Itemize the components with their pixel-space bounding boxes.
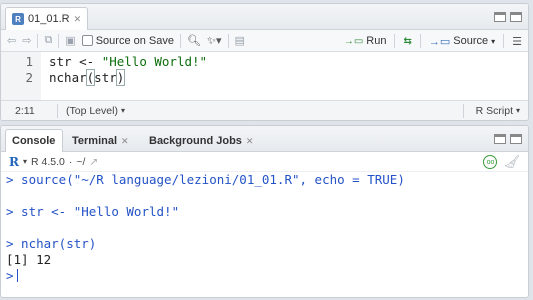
cursor-position: 2:11 — [15, 104, 35, 117]
console-pane-controls — [494, 134, 522, 144]
source-button[interactable]: →▭ Source ▾ — [429, 35, 495, 48]
forward-arrow-icon[interactable]: ⇨ — [22, 34, 31, 47]
separator-dot: · — [68, 155, 73, 168]
r-file-icon: R — [12, 13, 24, 25]
source-editor-pane: R 01_01.R ✕ ⇦ ⇨ ⧉ ▣ Source on Save 🔍︎ ✨︎… — [0, 3, 529, 121]
text-cursor — [16, 269, 18, 282]
toolbar-divider — [179, 33, 181, 48]
save-icon[interactable]: ▣ — [65, 34, 75, 47]
editor-tab-bar: R 01_01.R ✕ — [1, 4, 528, 30]
go-to-directory-icon[interactable]: ↗ — [89, 156, 98, 168]
chevron-down-icon[interactable]: ▾ — [23, 157, 27, 166]
close-icon[interactable]: ✕ — [246, 136, 254, 147]
rerun-button[interactable]: ⇆ — [403, 36, 411, 47]
clear-console-icon[interactable]: 🧹︎ — [503, 154, 520, 170]
minimize-pane-icon[interactable] — [494, 134, 506, 144]
source-on-save-toggle[interactable]: Source on Save — [81, 34, 174, 47]
source-arrow-icon: →▭ — [428, 35, 451, 48]
console-toolbar: R ▾ R 4.5.0 · ~/ ↗ oo 🧹︎ — [1, 152, 528, 172]
interrupt-icon[interactable]: oo — [483, 155, 498, 169]
toolbar-divider — [394, 34, 396, 48]
rerun-icon: ⇆ — [403, 35, 412, 47]
chevron-down-icon: ▾ — [120, 106, 125, 115]
line-number: 1 — [25, 54, 33, 69]
tab-background-jobs[interactable]: Background Jobs ✕ — [142, 129, 260, 152]
r-version: R 4.5.0 — [31, 155, 65, 168]
code-tools-wand-icon[interactable]: ✨︎▾ — [207, 34, 222, 48]
code-line: nchar(str) — [49, 69, 126, 86]
console-line: > nchar(str) — [6, 236, 97, 251]
editor-toolbar: ⇦ ⇨ ⧉ ▣ Source on Save 🔍︎ ✨︎▾ ▤ →▭ Run ⇆… — [1, 30, 528, 52]
show-in-window-icon[interactable]: ⧉ — [44, 34, 52, 47]
maximize-pane-icon[interactable] — [510, 134, 522, 144]
search-icon[interactable]: 🔍︎ — [187, 34, 201, 47]
code-line: str <- "Hello World!" — [49, 54, 207, 69]
editor-run-tools: →▭ Run ⇆ →▭ Source ▾ ☰ — [344, 30, 522, 52]
console-prompt-line[interactable]: > — [6, 268, 528, 284]
editor-file-tab-label: 01_01.R — [28, 13, 70, 25]
file-type-label: R Script — [475, 104, 513, 117]
compile-report-icon[interactable]: ▤ — [235, 34, 245, 47]
chevron-down-icon: ▾ — [491, 36, 496, 46]
console-tab-bar: Console Terminal ✕ Background Jobs ✕ — [1, 126, 528, 152]
tab-background-jobs-label: Background Jobs — [149, 135, 242, 147]
scope-selector[interactable]: (Top Level) ▾ — [58, 105, 133, 117]
code-text: nchar — [49, 70, 87, 85]
toolbar-divider — [503, 34, 505, 48]
editor-status-bar: 2:11 (Top Level) ▾ R Script ▾ — [1, 100, 528, 120]
close-icon[interactable]: ✕ — [74, 14, 82, 25]
toolbar-divider — [227, 33, 229, 48]
code-text: str <- — [49, 54, 102, 69]
line-number: 2 — [25, 70, 33, 85]
source-on-save-checkbox[interactable] — [81, 35, 93, 46]
toolbar-divider — [58, 33, 60, 48]
close-icon[interactable]: ✕ — [121, 136, 129, 147]
console-prompt: > — [6, 268, 14, 283]
scope-label: (Top Level) — [66, 104, 118, 117]
line-number-gutter: 1 2 — [1, 52, 41, 100]
file-type-selector[interactable]: R Script ▾ — [476, 105, 520, 117]
matched-paren: ) — [115, 69, 126, 86]
status-divider — [463, 104, 464, 118]
console-actions: oo 🧹︎ — [483, 154, 520, 170]
run-button[interactable]: →▭ Run — [344, 35, 387, 47]
maximize-pane-icon[interactable] — [510, 12, 522, 22]
back-arrow-icon[interactable]: ⇦ — [7, 34, 16, 47]
toolbar-divider — [419, 34, 421, 48]
toolbar-divider — [37, 33, 39, 48]
minimize-pane-icon[interactable] — [494, 12, 506, 22]
tab-terminal-label: Terminal — [72, 135, 118, 147]
code-string-literal: "Hello World!" — [101, 54, 208, 69]
source-on-save-label: Source on Save — [95, 34, 174, 47]
code-editor[interactable]: 1 2 str <- "Hello World!" nchar(str) — [1, 52, 528, 100]
r-logo-icon: R — [9, 154, 19, 169]
code-text: str — [94, 70, 117, 85]
tab-console-label: Console — [12, 135, 56, 147]
tab-terminal[interactable]: Terminal ✕ — [65, 129, 136, 152]
source-button-label: Source — [453, 35, 489, 47]
editor-file-tab[interactable]: R 01_01.R ✕ — [5, 7, 89, 30]
tab-console[interactable]: Console — [5, 129, 63, 152]
document-outline-icon[interactable]: ☰ — [512, 35, 522, 48]
text-cursor — [124, 70, 126, 84]
chevron-down-icon: ▾ — [515, 106, 520, 115]
console-output-line: [1] 12 — [6, 252, 52, 267]
working-directory[interactable]: ~/ — [76, 156, 85, 168]
console-line: > str <- "Hello World!" — [6, 204, 180, 219]
run-button-label: Run — [366, 35, 387, 47]
run-arrow-icon: →▭ — [343, 35, 364, 47]
console-output[interactable]: > source("~/R language/lezioni/01_01.R",… — [1, 172, 528, 297]
editor-pane-controls — [494, 12, 522, 22]
console-pane: Console Terminal ✕ Background Jobs ✕ R ▾… — [0, 125, 529, 298]
console-line: > source("~/R language/lezioni/01_01.R",… — [6, 172, 405, 187]
